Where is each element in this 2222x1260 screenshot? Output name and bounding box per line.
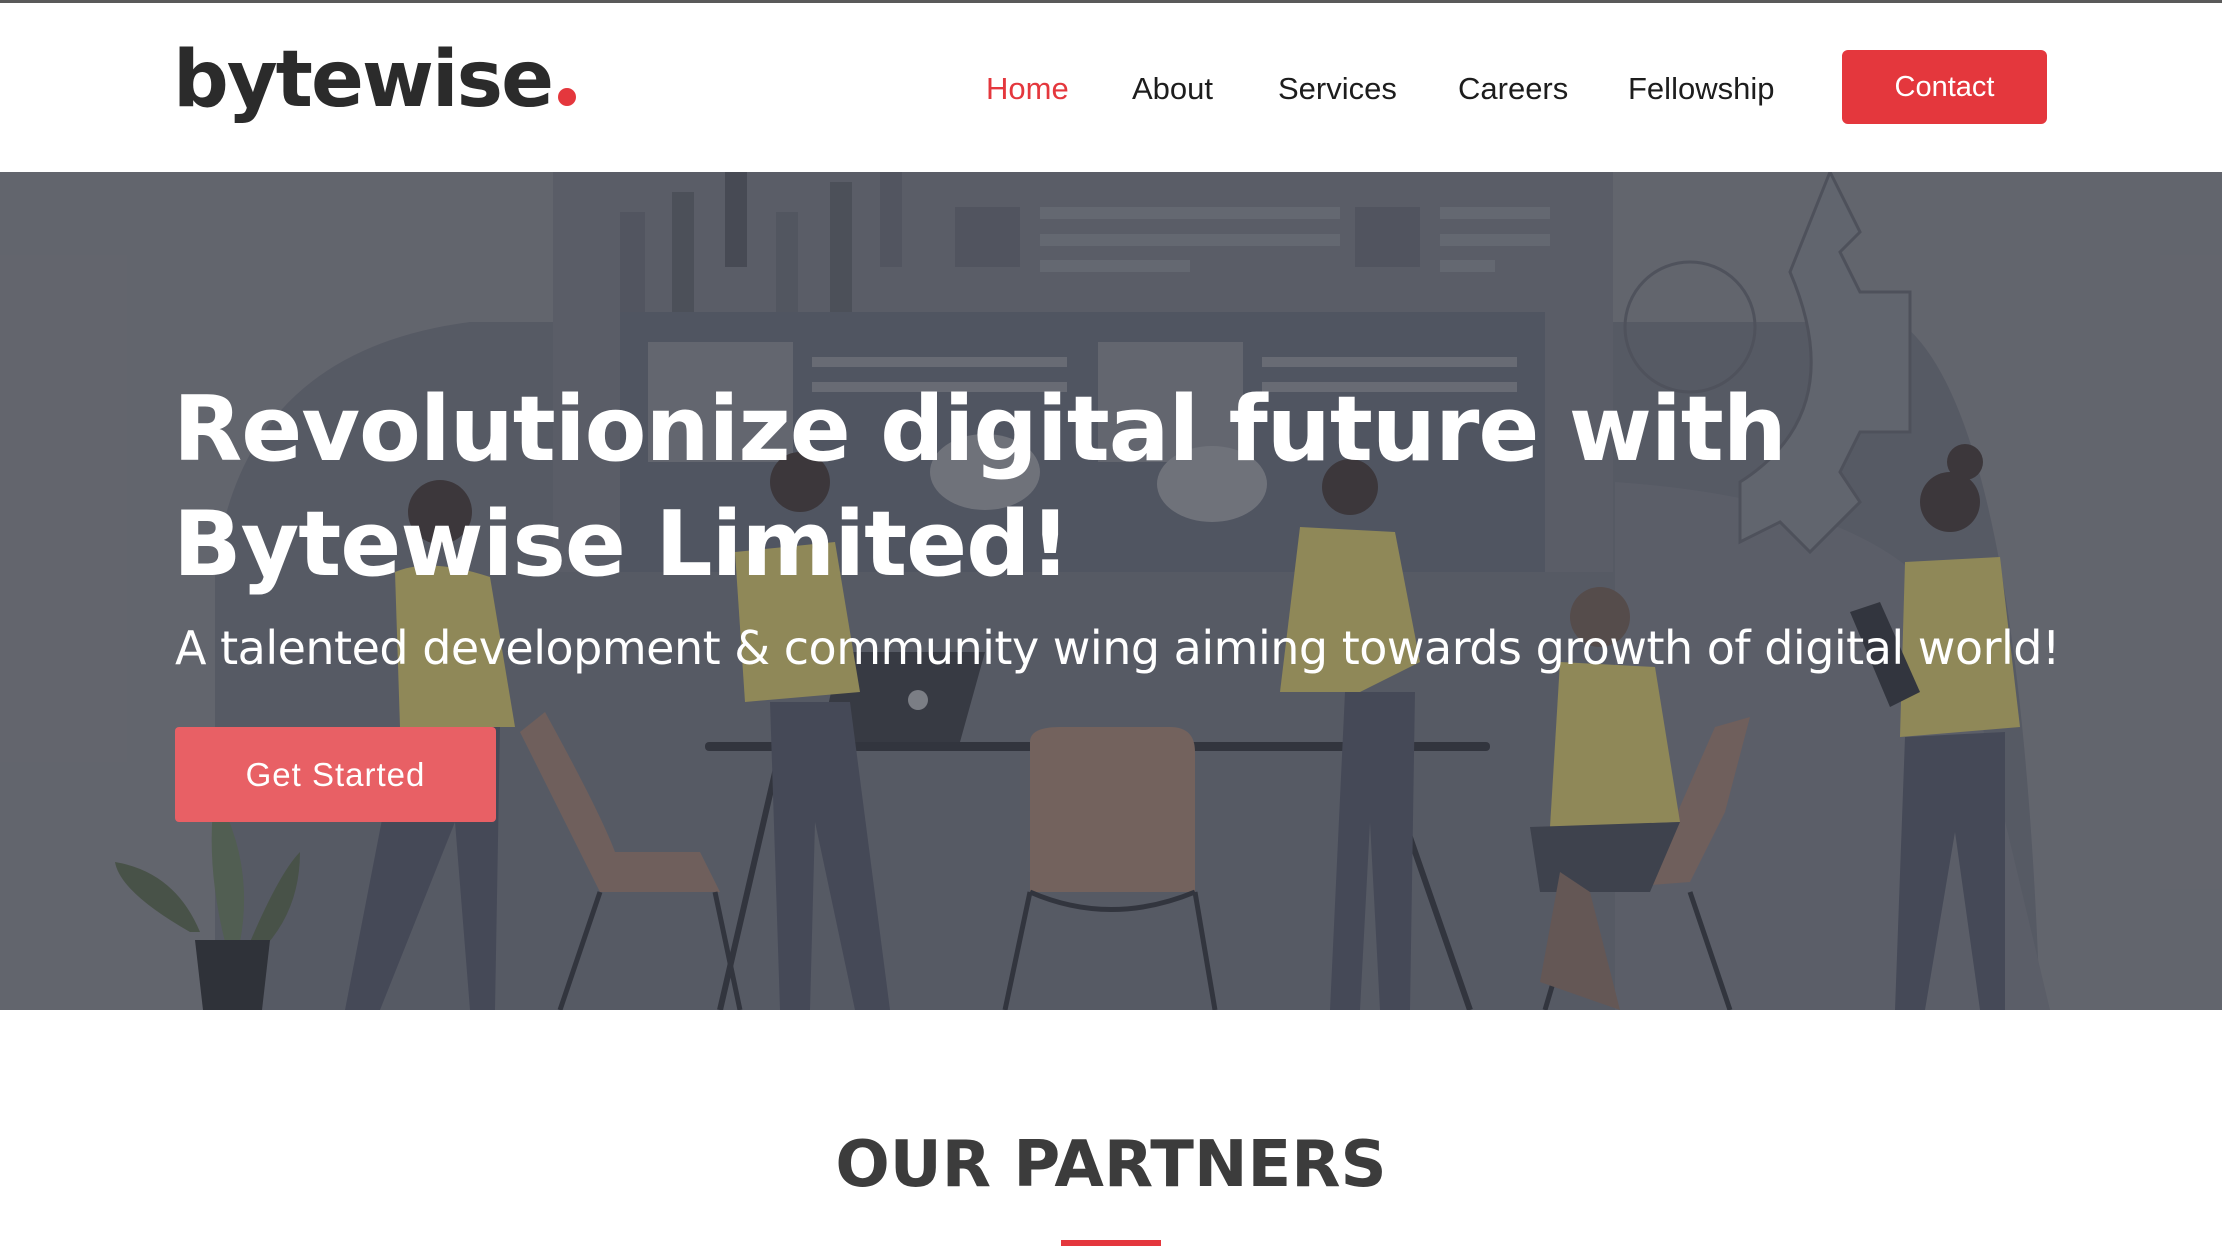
hero-subtitle: A talented development & community wing … — [175, 621, 2060, 675]
logo-wordmark: bytewise — [173, 35, 554, 125]
logo-dot-icon — [558, 88, 576, 106]
hero-title: Revolutionize digital future with Bytewi… — [173, 372, 1873, 602]
nav-about[interactable]: About — [1132, 67, 1213, 111]
bytewise-logo[interactable]: bytewise — [173, 41, 576, 119]
contact-button[interactable]: Contact — [1842, 50, 2047, 124]
hero-title-line1: Revolutionize digital future with — [173, 377, 1787, 482]
hero-section: Revolutionize digital future with Bytewi… — [0, 172, 2222, 1010]
nav-careers[interactable]: Careers — [1458, 67, 1568, 111]
site-header: bytewise Home About Services Careers Fel… — [0, 3, 2222, 172]
nav-fellowship[interactable]: Fellowship — [1628, 67, 1774, 111]
partners-heading: OUR PARTNERS — [835, 1128, 1387, 1202]
nav-services[interactable]: Services — [1278, 67, 1397, 111]
nav-home[interactable]: Home — [986, 67, 1069, 111]
get-started-button[interactable]: Get Started — [175, 727, 496, 822]
hero-title-line2: Bytewise Limited! — [173, 492, 1071, 597]
partners-heading-underline — [1061, 1240, 1161, 1246]
